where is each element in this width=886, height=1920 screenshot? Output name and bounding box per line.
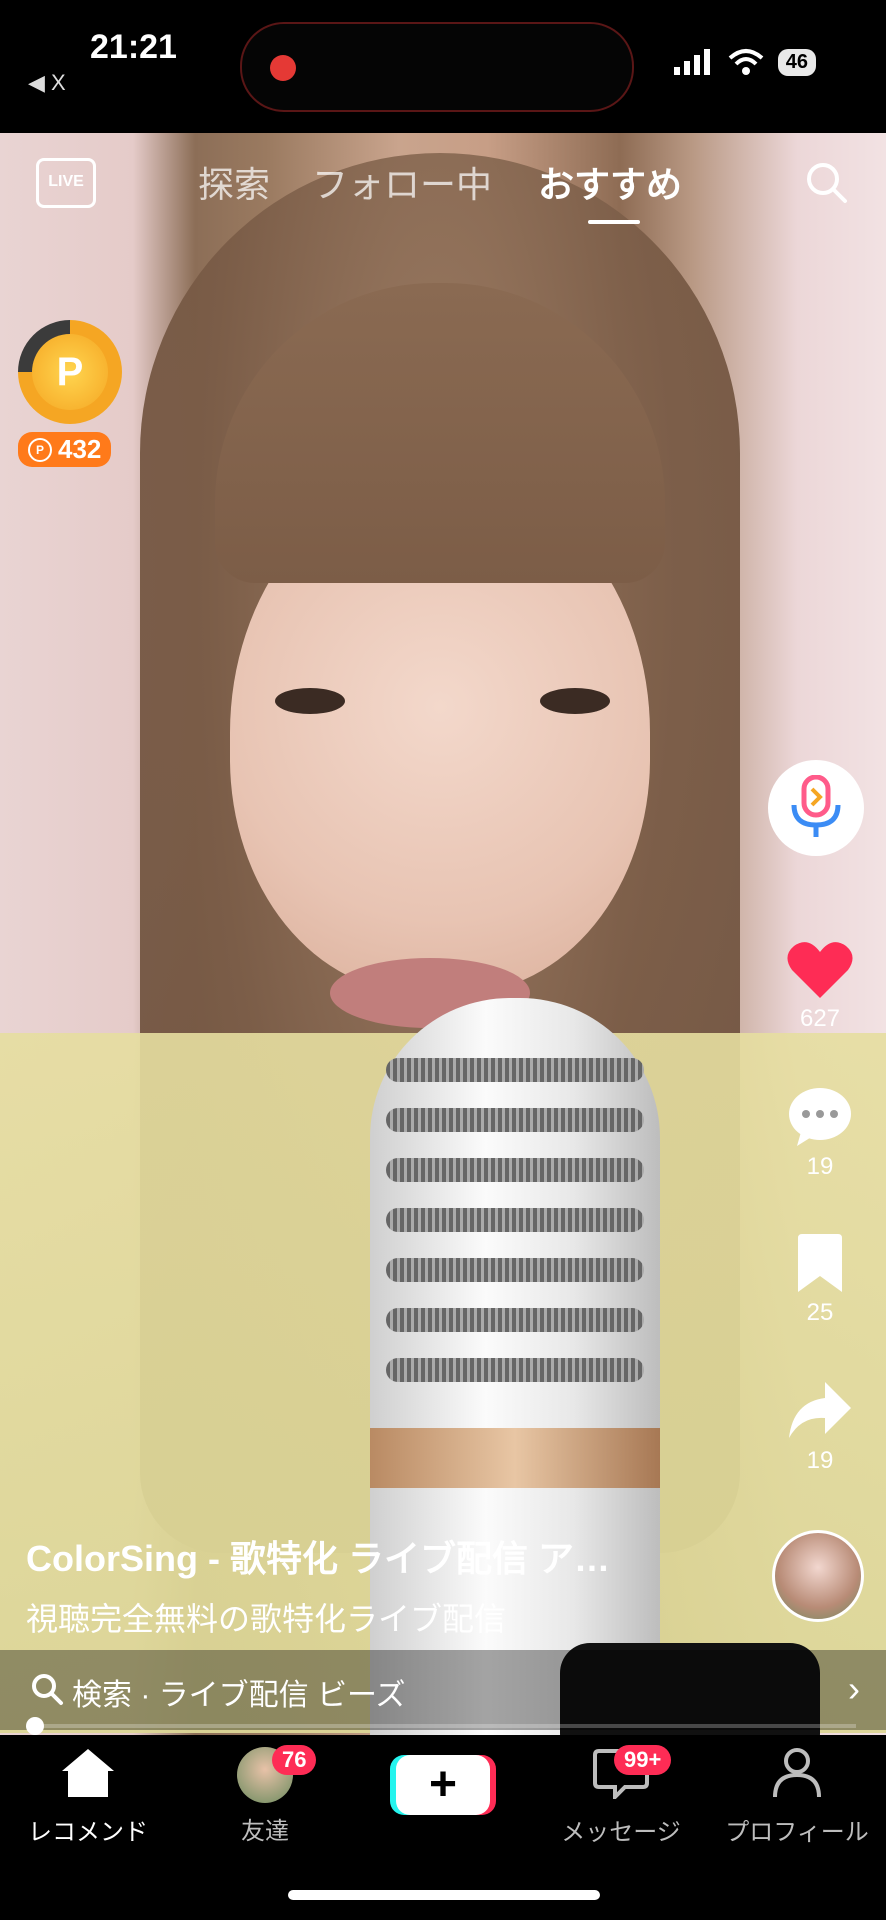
mic-grille xyxy=(386,1308,644,1332)
caption-title[interactable]: ColorSing - 歌特化 ライブ配信 ア… xyxy=(26,1530,686,1582)
search-icon xyxy=(32,1674,63,1705)
chevron-right-icon: › xyxy=(848,1668,860,1709)
status-icons: 46 xyxy=(673,48,816,76)
active-tab-indicator xyxy=(588,220,640,224)
friends-badge: 76 xyxy=(272,1745,317,1775)
video-progress-bar[interactable] xyxy=(26,1717,856,1735)
tab-for-you[interactable]: おすすめ xyxy=(538,156,682,208)
back-to-app-link[interactable]: ◀ X xyxy=(28,70,66,96)
home-indicator[interactable] xyxy=(288,1890,600,1900)
nav-friends[interactable]: 76 友達 xyxy=(180,1745,350,1846)
messages-badge: 99+ xyxy=(614,1745,672,1775)
nav-home[interactable]: レコメンド xyxy=(3,1747,173,1847)
share-arrow-icon xyxy=(789,1382,851,1438)
video-subject-eye xyxy=(540,688,610,714)
points-badge: P 432 xyxy=(18,432,112,467)
share-button[interactable]: 19 xyxy=(760,1380,880,1475)
search-suggestion-bar[interactable]: 検索 · ライブ配信 ビーズ › xyxy=(0,1650,886,1730)
mic-grille xyxy=(386,1208,644,1232)
cellular-signal-icon xyxy=(673,49,710,75)
nav-friends-label: 友達 xyxy=(241,1818,289,1845)
mic-grille xyxy=(386,1158,644,1182)
like-count: 627 xyxy=(799,1005,841,1032)
video-player[interactable] xyxy=(0,133,886,1735)
search-suggestion-text: 検索 · ライブ配信 ビーズ xyxy=(72,1679,406,1712)
video-subject-eye xyxy=(275,688,345,714)
recording-dot-icon xyxy=(270,55,296,81)
heart-icon xyxy=(787,942,853,998)
nav-messages-label: メッセージ xyxy=(561,1819,681,1846)
comment-count: 19 xyxy=(806,1153,834,1180)
plus-icon: + xyxy=(396,1755,490,1815)
share-count: 19 xyxy=(806,1447,834,1474)
nav-messages[interactable]: 99+ メッセージ xyxy=(536,1745,706,1847)
status-bar: 21:21 ◀ X 46 xyxy=(0,0,886,133)
points-value: 432 xyxy=(58,434,102,464)
colorsing-app-button[interactable] xyxy=(768,760,864,856)
video-caption: ColorSing - 歌特化 ライブ配信 ア… 視聴完全無料の歌特化ライブ配信 xyxy=(26,1530,686,1640)
points-widget[interactable]: P P 432 xyxy=(18,320,128,470)
home-icon xyxy=(62,1749,114,1797)
like-button[interactable]: 627 xyxy=(760,940,880,1033)
top-nav: LIVE 探索 フォロー中 おすすめ xyxy=(0,150,886,230)
tab-explore[interactable]: 探索 xyxy=(198,156,270,208)
bookmark-icon xyxy=(798,1234,842,1292)
mic-grille xyxy=(386,1058,644,1082)
bookmark-count: 25 xyxy=(806,1299,834,1326)
dynamic-island xyxy=(240,22,634,112)
microphone-app-icon xyxy=(791,775,841,837)
comment-icon xyxy=(789,1088,851,1146)
coin-icon: P xyxy=(32,334,108,410)
nav-profile-label: プロフィール xyxy=(725,1819,869,1846)
bookmark-button[interactable]: 25 xyxy=(760,1234,880,1327)
creator-avatar[interactable] xyxy=(772,1530,864,1622)
wifi-icon xyxy=(728,49,764,75)
points-progress-ring: P xyxy=(18,320,122,424)
status-time: 21:21 xyxy=(90,28,177,66)
comment-button[interactable]: 19 xyxy=(760,1086,880,1181)
battery-indicator: 46 xyxy=(777,48,816,76)
mini-coin-icon: P xyxy=(28,437,52,462)
mic-grille xyxy=(386,1108,644,1132)
live-tv-icon[interactable]: LIVE xyxy=(36,158,96,208)
nav-profile[interactable]: プロフィール xyxy=(712,1747,882,1847)
progress-scrubber[interactable] xyxy=(26,1717,44,1735)
create-button[interactable]: + xyxy=(390,1755,496,1815)
mic-band xyxy=(370,1428,660,1488)
tab-following[interactable]: フォロー中 xyxy=(312,156,492,208)
nav-home-label: レコメンド xyxy=(28,1819,148,1846)
caption-subtitle: 視聴完全無料の歌特化ライブ配信 xyxy=(26,1601,507,1637)
mic-grille xyxy=(386,1358,644,1382)
mic-grille xyxy=(386,1258,644,1282)
search-icon[interactable] xyxy=(804,160,848,204)
profile-icon xyxy=(773,1748,821,1798)
